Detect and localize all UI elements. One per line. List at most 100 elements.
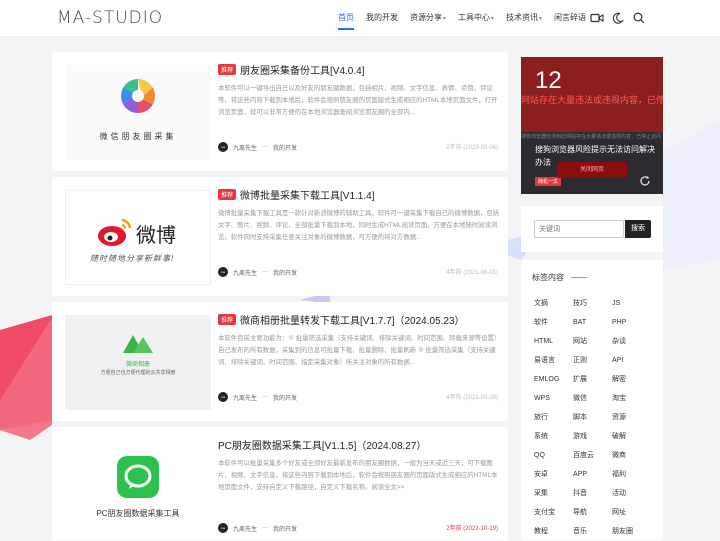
tag-link[interactable]: 抖音 <box>573 484 612 503</box>
thumbnail-title: 微商相册 <box>125 362 150 368</box>
tag-link[interactable]: PHP <box>612 313 651 332</box>
post-card[interactable]: 微信朋友圈采集 推荐 朋友圈采集备份工具[V4.0.4] 本软件可以一键导出自己… <box>52 52 508 171</box>
tag-link[interactable]: 系统 <box>534 427 573 446</box>
nav-item-home[interactable]: 首页 <box>338 0 354 36</box>
avatar[interactable]: ma <box>218 142 228 152</box>
tag-link[interactable]: 正则 <box>573 351 612 370</box>
tag-link[interactable]: 易语言 <box>534 351 573 370</box>
avatar[interactable]: ma <box>218 392 228 402</box>
moon-icon[interactable] <box>611 11 625 25</box>
post-date: 2年前 (2022-10-19) <box>446 526 498 532</box>
close-page-button[interactable]: 关闭网页 <box>557 162 627 178</box>
post-author[interactable]: 九离先生 <box>233 143 257 152</box>
search-button[interactable]: 搜索 <box>625 220 651 238</box>
refresh-icon[interactable] <box>639 175 651 187</box>
tags-heading: 标签内容 <box>532 273 564 282</box>
tag-link[interactable]: 朋友圈 <box>612 522 651 541</box>
tag-link[interactable]: 旅行 <box>534 408 573 427</box>
nav-item-tools[interactable]: 工具中心▾ <box>458 0 494 37</box>
thumbnail-caption: 方便自己也方便代理的云共享相册 <box>100 370 176 376</box>
post-thumbnail[interactable]: PC朋友圈数据采集工具 <box>65 440 211 540</box>
chat-bubble-icon <box>124 464 152 489</box>
tag-link[interactable]: 教程 <box>534 522 573 541</box>
tag-link[interactable]: JS <box>612 294 651 313</box>
post-meta: ma 九离先生 — 我的开发 4年前 (2021-06-01) <box>218 267 498 277</box>
post-title[interactable]: 朋友圈采集备份工具[V4.0.4] <box>240 62 364 77</box>
tag-link[interactable]: 技巧 <box>573 294 612 313</box>
post-thumbnail[interactable]: 微博 随时随地分享新鲜事! <box>65 190 211 285</box>
post-title[interactable]: PC朋友圈数据采集工具[V1.1.5]（2024.08.27） <box>218 437 426 452</box>
post-category[interactable]: 我的开发 <box>273 393 297 402</box>
thumbnail-title: 微博 <box>136 225 176 247</box>
tag-link[interactable]: 福利 <box>612 465 651 484</box>
tag-link[interactable]: 安卓 <box>534 465 573 484</box>
nav-item-resources[interactable]: 资源分享▾ <box>410 0 446 37</box>
nav-item-tech[interactable]: 技术资讯▾ <box>506 0 542 37</box>
heading-underline <box>571 277 587 278</box>
tag-link[interactable]: 资源 <box>612 408 651 427</box>
slide-warning-text: 网站存在大量违法或违规内容，已停 <box>521 95 663 105</box>
chevron-down-icon: ▾ <box>539 15 543 22</box>
post-category[interactable]: 我的开发 <box>273 524 297 533</box>
tag-link[interactable]: 微信 <box>573 389 612 408</box>
tag-link[interactable]: 采集 <box>534 484 573 503</box>
slide-image[interactable]: 12 网站存在大量违法或违规内容，已停 <box>521 57 663 132</box>
chevron-down-icon: ▾ <box>491 15 495 22</box>
tag-link[interactable]: 网站 <box>573 332 612 351</box>
tag-link[interactable]: QQ <box>534 446 573 465</box>
tag-link[interactable]: EMLOG <box>534 370 573 389</box>
tag-link[interactable]: 淘宝 <box>612 389 651 408</box>
avatar[interactable]: ma <box>218 523 228 533</box>
post-card[interactable]: PC朋友圈数据采集工具 PC朋友圈数据采集工具[V1.1.5]（2024.08.… <box>52 427 508 540</box>
post-excerpt: 本软件目前主要功能为：① 批量筛选采集（支持关键词、排除关键词、时间范围、转载来… <box>218 335 498 366</box>
post-thumbnail[interactable]: 微信朋友圈采集 <box>65 65 211 160</box>
search-input[interactable] <box>534 220 624 238</box>
search-icon[interactable] <box>632 11 646 25</box>
post-author[interactable]: 九离先生 <box>233 524 257 533</box>
tag-link[interactable]: 扩展 <box>573 370 612 389</box>
video-icon[interactable] <box>590 11 604 25</box>
post-author[interactable]: 九离先生 <box>233 268 257 277</box>
tag-link[interactable]: 活动 <box>612 484 651 503</box>
post-author[interactable]: 九离先生 <box>233 393 257 402</box>
post-card[interactable]: 微博 随时随地分享新鲜事! 推荐 微博批量采集下载工具[V1.1.4] 微博批量… <box>52 177 508 296</box>
site-logo[interactable]: MA-STUDIO <box>57 8 163 28</box>
weibo-logo-icon <box>98 218 132 246</box>
post-card[interactable]: 微商相册 方便自己也方便代理的云共享相册 推荐 微商相册批量转发下载工具[V1.… <box>52 302 508 421</box>
post-title[interactable]: 微博批量采集下载工具[V1.1.4] <box>240 187 374 202</box>
post-title[interactable]: 微商相册批量转发下载工具[V1.7.7]（2024.05.23） <box>240 312 465 327</box>
tag-link[interactable]: 导航 <box>573 503 612 522</box>
nav-item-my-dev[interactable]: 我的开发 <box>366 0 398 36</box>
tag-link[interactable]: APP <box>573 465 612 484</box>
tag-link[interactable]: 支付宝 <box>534 503 573 522</box>
tag-link[interactable]: HTML <box>534 332 573 351</box>
tag-link[interactable]: API <box>612 351 651 370</box>
tag-link[interactable]: 网址 <box>612 503 651 522</box>
tag-list: 文摘 技巧 JS 软件 BAT PHP HTML 网站 杂谈易语言 正则 API EMLOG 扩展 解密 W… <box>534 294 659 541</box>
avatar[interactable]: ma <box>218 267 228 277</box>
tag-link[interactable]: 脚本 <box>573 408 612 427</box>
meta-separator: — <box>262 144 269 150</box>
tag-link[interactable]: 解密 <box>612 370 651 389</box>
nav-item-chat[interactable]: 闲言碎语 <box>554 0 586 36</box>
tag-link[interactable]: BAT <box>573 313 612 332</box>
thumbnail-caption: PC朋友圈数据采集工具 <box>96 509 180 518</box>
tag-link[interactable]: 百度云 <box>573 446 612 465</box>
tag-link[interactable]: WPS <box>534 389 573 408</box>
post-thumbnail[interactable]: 微商相册 方便自己也方便代理的云共享相册 <box>65 315 211 410</box>
tag-link[interactable]: 微商 <box>612 446 651 465</box>
tag-link[interactable]: 游戏 <box>573 427 612 446</box>
post-meta: ma 九离先生 — 我的开发 2年前 (2022-10-19) <box>218 523 498 533</box>
tag-link[interactable]: 软件 <box>534 313 573 332</box>
aperture-logo-icon <box>121 79 155 113</box>
meta-separator: — <box>262 394 269 400</box>
meta-separator: — <box>262 525 269 531</box>
tag-link[interactable]: 文摘 <box>534 294 573 313</box>
tag-link[interactable]: 破解 <box>612 427 651 446</box>
post-category[interactable]: 我的开发 <box>273 143 297 152</box>
post-category[interactable]: 我的开发 <box>273 268 297 277</box>
tag-link[interactable]: 音乐 <box>573 522 612 541</box>
chevron-down-icon: ▾ <box>443 15 447 22</box>
tag-link[interactable]: 杂谈 <box>612 332 651 351</box>
random-post-badge[interactable]: 随机一文 <box>535 177 562 186</box>
